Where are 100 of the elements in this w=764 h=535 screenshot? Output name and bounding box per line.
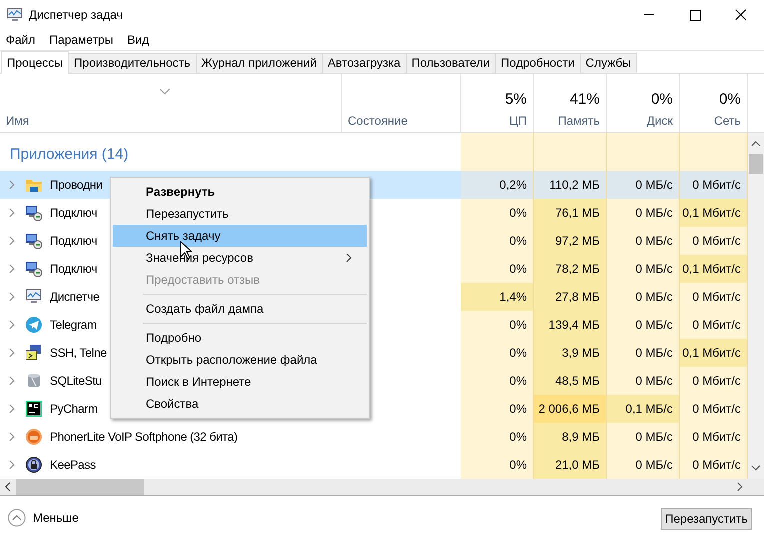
- table-cell: 0%: [461, 423, 534, 451]
- table-cell: 0 МБ/с: [607, 339, 680, 367]
- process-name: PhonerLite VoIP Softphone (32 бита): [50, 430, 238, 444]
- table-cell: 0 МБ/с: [607, 423, 680, 451]
- menu-item[interactable]: Открыть расположение файла: [113, 349, 367, 371]
- menu-bar-item[interactable]: Вид: [127, 33, 150, 47]
- column-header[interactable]: Сеть: [714, 114, 741, 128]
- table-cell: 0,1 Мбит/с: [680, 199, 748, 227]
- expand-chevron-icon[interactable]: [8, 236, 16, 246]
- expand-chevron-icon[interactable]: [8, 376, 16, 386]
- tab[interactable]: Процессы: [1, 51, 70, 74]
- window-title: Диспетчер задач: [29, 8, 123, 22]
- table-cell: 0 Мбит/с: [680, 367, 748, 395]
- process-name: SQLiteStu: [50, 374, 102, 388]
- process-name: KeePass: [50, 458, 96, 472]
- expand-chevron-icon[interactable]: [8, 460, 16, 470]
- table-cell: 97,2 МБ: [534, 227, 607, 255]
- menu-item[interactable]: Значения ресурсов: [113, 247, 367, 269]
- column-header[interactable]: ЦП: [509, 114, 527, 128]
- table-cell: 0 Мбит/с: [680, 227, 748, 255]
- group-heading: Приложения (14): [9, 144, 130, 164]
- code-editor-icon: [26, 401, 42, 417]
- table-cell: 139,4 МБ: [534, 311, 607, 339]
- column-header[interactable]: Диск: [646, 114, 673, 128]
- folder-icon: [26, 178, 42, 192]
- fewer-details-link[interactable]: Меньше: [33, 511, 79, 525]
- sort-caret-icon[interactable]: [160, 89, 170, 95]
- table-cell: 0,2%: [461, 171, 534, 199]
- table-cell: 0,1 Мбит/с: [680, 255, 748, 283]
- column-header[interactable]: Память: [558, 114, 600, 128]
- table-cell: 0 МБ/с: [607, 227, 680, 255]
- scrollbar-thumb[interactable]: [16, 479, 144, 495]
- computer-icon: [26, 261, 42, 277]
- expand-chevron-icon[interactable]: [8, 208, 16, 218]
- lock-icon: [26, 457, 42, 473]
- table-cell: 0 МБ/с: [607, 451, 680, 479]
- monitor-icon: [7, 8, 23, 22]
- table-cell: 0 МБ/с: [607, 199, 680, 227]
- menu-bar-item[interactable]: Параметры: [50, 33, 114, 47]
- expand-chevron-icon[interactable]: [8, 432, 16, 442]
- expand-chevron-icon[interactable]: [8, 320, 16, 330]
- tab[interactable]: Журнал приложений: [196, 53, 323, 73]
- computer-icon: [26, 233, 42, 249]
- menu-item[interactable]: Поиск в Интернете: [113, 371, 367, 393]
- table-cell: 3,9 МБ: [534, 339, 607, 367]
- table-cell: 21,0 МБ: [534, 451, 607, 479]
- table-cell: 0 Мбит/с: [680, 283, 748, 311]
- monitor-icon: [26, 289, 42, 305]
- process-name: Telegram: [50, 318, 97, 332]
- column-header[interactable]: Имя: [6, 114, 30, 128]
- table-cell: 0 МБ/с: [607, 171, 680, 199]
- headset-icon: [26, 429, 42, 445]
- process-name: Подключ: [50, 262, 98, 276]
- expand-chevron-icon[interactable]: [8, 180, 16, 190]
- usage-percent: 41%: [570, 91, 600, 108]
- terminal-icon: [26, 345, 42, 361]
- table-cell: 78,2 МБ: [534, 255, 607, 283]
- table-cell: 0%: [461, 311, 534, 339]
- expand-chevron-icon[interactable]: [8, 404, 16, 414]
- scroll-up-icon[interactable]: [751, 139, 761, 149]
- expand-chevron-icon[interactable]: [8, 292, 16, 302]
- tab[interactable]: Пользователи: [406, 53, 496, 73]
- table-cell: 0 Мбит/с: [680, 395, 748, 423]
- table-cell: 1,4%: [461, 283, 534, 311]
- scrollbar-thumb[interactable]: [749, 154, 763, 174]
- menu-item[interactable]: Свойства: [113, 393, 367, 415]
- tab[interactable]: Службы: [580, 53, 638, 73]
- table-cell: 0%: [461, 199, 534, 227]
- menu-item[interactable]: Снять задачу: [113, 225, 367, 247]
- expand-chevron-icon[interactable]: [8, 264, 16, 274]
- tab[interactable]: Автозагрузка: [322, 53, 407, 73]
- expand-chevron-icon[interactable]: [8, 348, 16, 358]
- usage-percent: 0%: [651, 91, 673, 108]
- process-name: Подключ: [50, 234, 98, 248]
- table-cell: 0 Мбит/с: [680, 451, 748, 479]
- restart-button[interactable]: Перезапустить: [661, 508, 752, 530]
- menu-bar-item[interactable]: Файл: [6, 33, 36, 47]
- collapse-up-icon[interactable]: [8, 509, 26, 527]
- menu-item[interactable]: Перезапустить: [113, 203, 367, 225]
- process-name: PyCharm: [50, 402, 98, 416]
- menu-item[interactable]: Развернуть: [113, 181, 367, 203]
- column-header[interactable]: Состояние: [348, 114, 408, 128]
- table-cell: 76,1 МБ: [534, 199, 607, 227]
- database-icon: [26, 373, 42, 389]
- scrollbar-track[interactable]: [748, 133, 764, 479]
- table-cell: 0 МБ/с: [607, 255, 680, 283]
- menu-item[interactable]: Подробно: [113, 327, 367, 349]
- table-cell: 0 МБ/с: [607, 367, 680, 395]
- table-cell: 27,8 МБ: [534, 283, 607, 311]
- table-cell: 0%: [461, 339, 534, 367]
- paper-plane-icon: [26, 317, 42, 333]
- table-cell: 0 Мбит/с: [680, 311, 748, 339]
- process-name: Проводни: [50, 178, 103, 192]
- table-cell: 8,9 МБ: [534, 423, 607, 451]
- tab[interactable]: Подробности: [495, 53, 581, 73]
- table-cell: 0%: [461, 395, 534, 423]
- tab[interactable]: Производительность: [68, 53, 196, 73]
- menu-item[interactable]: Создать файл дампа: [113, 298, 367, 320]
- scroll-down-icon[interactable]: [751, 463, 761, 473]
- table-cell: 0%: [461, 367, 534, 395]
